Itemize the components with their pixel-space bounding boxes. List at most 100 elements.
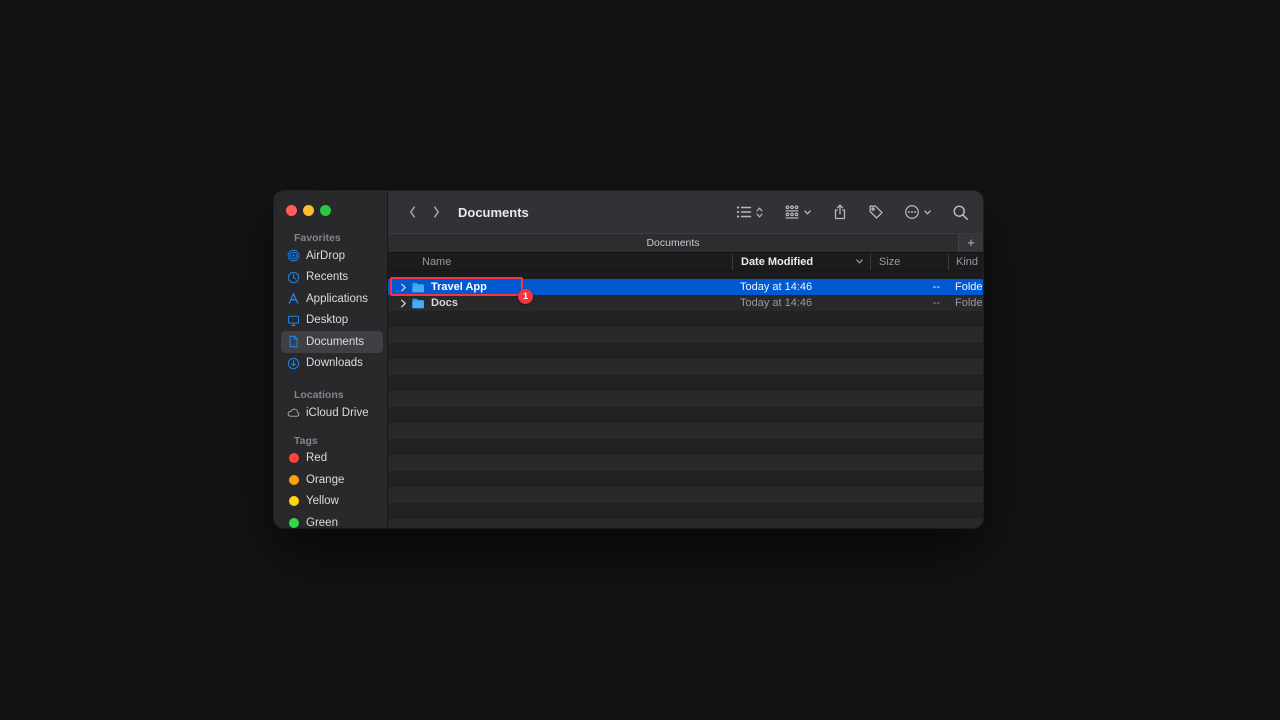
toolbar-search-button[interactable] <box>952 204 969 221</box>
sidebar-item-orange[interactable]: Orange <box>281 469 383 491</box>
sidebar-item-applications[interactable]: Applications <box>281 288 383 310</box>
search-icon <box>952 204 969 221</box>
column-header-label: Name <box>422 256 451 268</box>
empty-row <box>388 327 983 343</box>
kind-cell: Folder <box>948 279 983 295</box>
column-header-date-modified[interactable]: Date Modified <box>732 253 870 270</box>
tag-color-dot <box>289 496 299 506</box>
chevron-updown-icon <box>755 206 764 219</box>
file-name: Docs <box>431 297 458 309</box>
forward-button[interactable] <box>424 200 448 224</box>
empty-row <box>388 423 983 439</box>
empty-row <box>388 391 983 407</box>
sidebar-item-label: AirDrop <box>306 250 345 262</box>
zoom-button[interactable] <box>320 205 331 216</box>
toolbar-tools <box>736 204 969 221</box>
empty-row <box>388 487 983 503</box>
annotation-badge-1: 1 <box>518 289 533 304</box>
empty-row <box>388 407 983 423</box>
sidebar-item-documents[interactable]: Documents <box>281 331 383 353</box>
main-pane: Documents Documents + Name Date Modified S… <box>388 191 983 528</box>
empty-row <box>388 375 983 391</box>
toolbar-group-button[interactable] <box>784 204 812 220</box>
empty-row <box>388 519 983 528</box>
tag-color-dot <box>289 453 299 463</box>
file-row-travel-app[interactable]: Travel AppToday at 14:46--Folder <box>388 279 983 295</box>
kind-cell: Folder <box>948 295 983 311</box>
column-header-label: Date Modified <box>741 256 813 268</box>
finder-window: Favorites AirDrop Recents ApplicationsDeskt… <box>274 191 983 528</box>
empty-row <box>388 503 983 519</box>
group-icon <box>784 204 800 220</box>
close-button[interactable] <box>286 205 297 216</box>
sidebar-section-label: Locations <box>281 388 383 402</box>
date-modified-cell: Today at 14:46 <box>732 295 870 311</box>
column-header-row: Name Date Modified Size Kind <box>388 253 983 271</box>
column-header-name[interactable]: Name <box>388 253 732 270</box>
sidebar-sections: Favorites AirDrop Recents ApplicationsDeskt… <box>281 231 383 528</box>
sidebar-item-green[interactable]: Green <box>281 512 383 528</box>
sidebar: Favorites AirDrop Recents ApplicationsDeskt… <box>274 191 388 528</box>
tab-bar: Documents + <box>388 233 983 253</box>
file-row-docs[interactable]: Docs Today at 14:46--Folder <box>388 295 983 311</box>
sidebar-section-label: Favorites <box>281 231 383 245</box>
sidebar-item-red[interactable]: Red <box>281 448 383 470</box>
cloud-icon <box>287 406 300 419</box>
column-header-kind[interactable]: Kind <box>948 253 983 270</box>
share-icon <box>832 204 848 220</box>
disclosure-chevron-icon[interactable] <box>400 283 407 292</box>
sidebar-item-downloads[interactable]: Downloads <box>281 353 383 375</box>
chevron-down-icon <box>923 208 932 217</box>
sidebar-item-icloud-drive[interactable]: iCloud Drive <box>281 402 383 424</box>
toolbar-share-button[interactable] <box>832 204 848 220</box>
folder-icon <box>411 282 431 293</box>
traffic-lights <box>286 205 331 216</box>
chevron-right-icon <box>432 205 441 219</box>
size-cell: -- <box>870 279 948 295</box>
empty-row <box>388 359 983 375</box>
sidebar-item-yellow[interactable]: Yellow <box>281 491 383 513</box>
window-title: Documents <box>458 205 529 220</box>
empty-row <box>388 471 983 487</box>
sidebar-section-favorites: Favorites AirDrop Recents ApplicationsDeskt… <box>281 231 383 374</box>
file-name: Travel App <box>431 281 487 293</box>
minimize-button[interactable] <box>303 205 314 216</box>
column-header-size[interactable]: Size <box>870 253 948 270</box>
file-list: Travel AppToday at 14:46--Folder Docs Toda… <box>388 279 983 528</box>
airdrop-icon <box>287 249 300 262</box>
new-tab-button[interactable]: + <box>958 234 983 252</box>
toolbar-tags-button[interactable] <box>868 204 884 220</box>
toolbar: Documents <box>388 191 983 233</box>
folder-icon <box>411 298 431 309</box>
column-header-label: Size <box>879 256 900 268</box>
more-icon <box>904 204 920 220</box>
empty-row <box>388 439 983 455</box>
toolbar-view-options-button[interactable] <box>736 204 764 220</box>
sidebar-item-desktop[interactable]: Desktop <box>281 310 383 332</box>
sidebar-item-label: Red <box>306 452 327 464</box>
name-cell: Travel App <box>388 279 732 295</box>
disclosure-chevron-icon[interactable] <box>400 299 407 308</box>
name-cell: Docs <box>388 295 732 311</box>
sidebar-item-label: iCloud Drive <box>306 407 369 419</box>
toolbar-more-button[interactable] <box>904 204 932 220</box>
tag-color-dot <box>289 475 299 485</box>
back-button[interactable] <box>400 200 424 224</box>
sidebar-item-label: Orange <box>306 474 344 486</box>
downloads-icon <box>287 357 300 370</box>
sidebar-item-label: Documents <box>306 336 364 348</box>
tag-color-dot <box>289 518 299 528</box>
sidebar-item-recents[interactable]: Recents <box>281 267 383 289</box>
desktop-icon <box>287 314 300 327</box>
sidebar-item-label: Downloads <box>306 357 363 369</box>
size-cell: -- <box>870 295 948 311</box>
list-view-icon <box>736 204 752 220</box>
chevron-left-icon <box>408 205 417 219</box>
empty-row <box>388 343 983 359</box>
sidebar-section-label: Tags <box>281 434 383 448</box>
sidebar-item-label: Yellow <box>306 495 339 507</box>
sidebar-item-airdrop[interactable]: AirDrop <box>281 245 383 267</box>
tab-documents[interactable]: Documents <box>388 234 958 252</box>
header-list-divider <box>388 271 983 279</box>
sidebar-item-label: Recents <box>306 271 348 283</box>
